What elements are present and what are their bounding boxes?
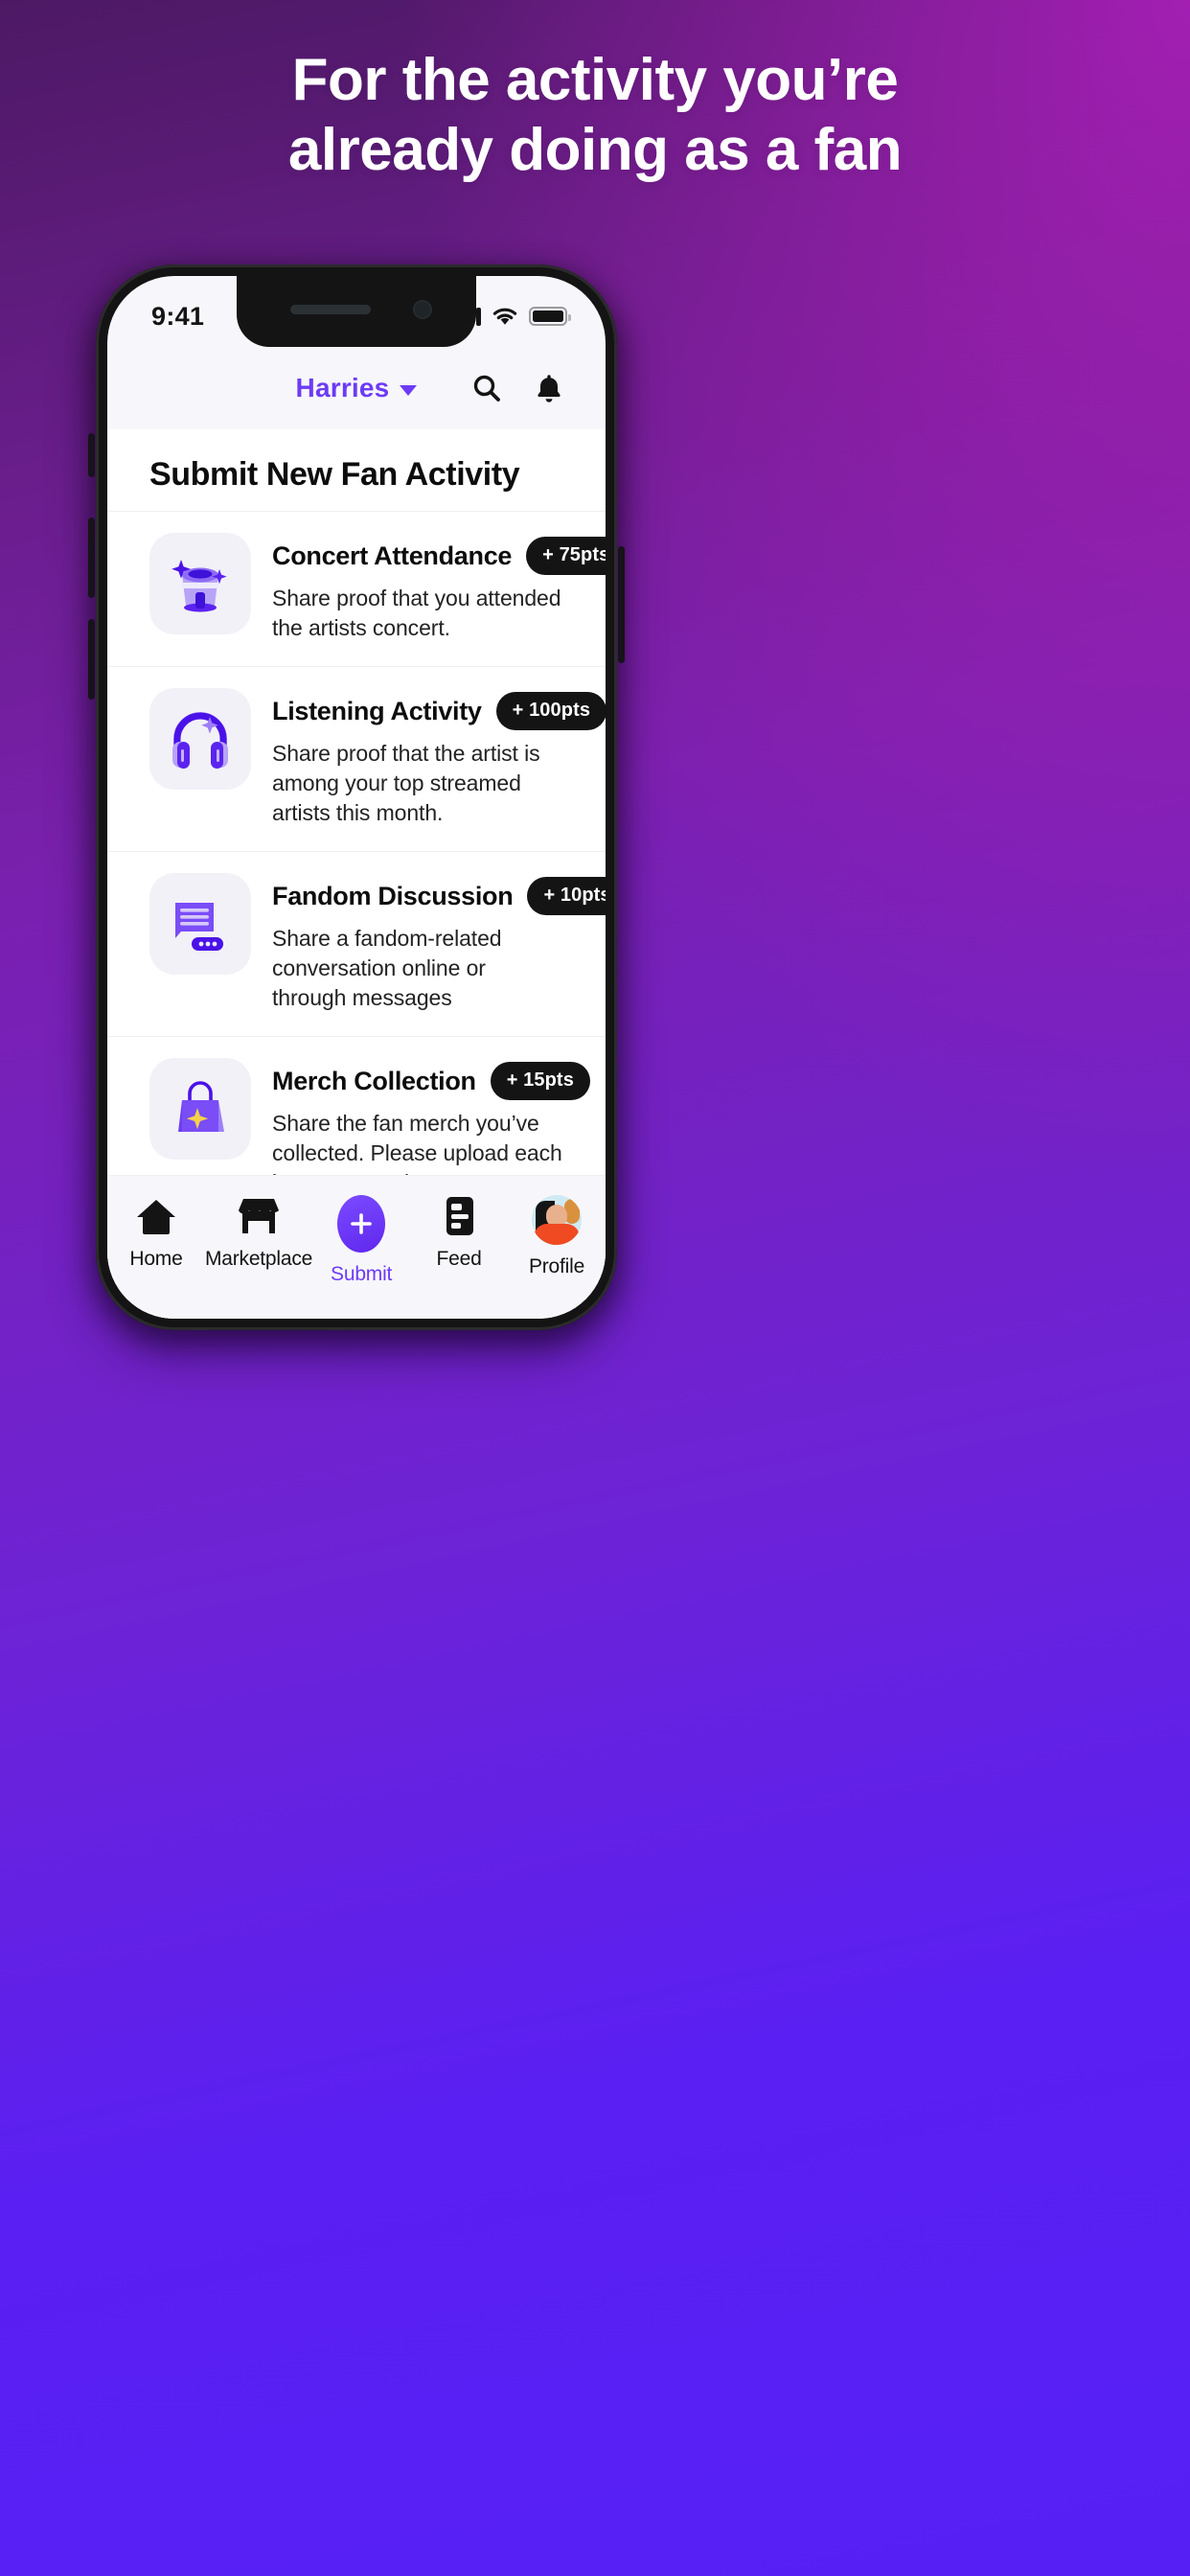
phone-notch bbox=[237, 276, 476, 347]
chat-bubbles-icon bbox=[175, 903, 223, 952]
tab-home[interactable]: Home bbox=[107, 1195, 205, 1271]
activity-title: Merch Collection bbox=[272, 1066, 476, 1095]
activity-description: Share a fandom-related conversation onli… bbox=[272, 926, 502, 1011]
activity-card-body: Fandom Discussion + 10pts Share a fandom… bbox=[272, 873, 606, 1013]
tab-label: Feed bbox=[436, 1248, 482, 1270]
activity-thumbnail bbox=[149, 873, 251, 976]
avatar-photo-icon bbox=[532, 1195, 583, 1245]
battery-full-icon bbox=[529, 307, 571, 326]
bell-icon[interactable] bbox=[535, 373, 563, 404]
activity-card-body: Listening Activity + 100pts Share proof … bbox=[272, 688, 606, 828]
stadium-icon bbox=[172, 560, 227, 612]
phone-power-button bbox=[618, 546, 625, 663]
wifi-icon bbox=[492, 308, 517, 325]
search-icon[interactable] bbox=[471, 373, 502, 403]
tab-marketplace[interactable]: Marketplace bbox=[205, 1195, 312, 1271]
tab-label: Marketplace bbox=[204, 1248, 313, 1270]
artist-name: Harries bbox=[295, 373, 390, 402]
page-title: Submit New Fan Activity bbox=[149, 456, 520, 493]
feed-bars-icon bbox=[446, 1197, 474, 1235]
phone-mute-switch bbox=[88, 433, 95, 477]
front-camera bbox=[413, 300, 432, 319]
chevron-down-icon bbox=[400, 384, 418, 396]
plus-icon bbox=[351, 1213, 372, 1234]
status-time: 9:41 bbox=[151, 301, 205, 331]
activity-points-badge: + 75pts bbox=[526, 537, 606, 575]
tab-label: Home bbox=[129, 1248, 183, 1270]
plus-circle-icon bbox=[337, 1195, 386, 1253]
activity-points-badge: + 15pts bbox=[490, 1062, 590, 1101]
storefront-icon bbox=[239, 1199, 280, 1233]
bottom-tab-bar: Home Marketplace Submit Feed Profile bbox=[107, 1175, 606, 1319]
activity-card-head: Merch Collection + 15pts bbox=[272, 1062, 590, 1101]
activity-description: Share proof that the artist is among you… bbox=[272, 741, 540, 826]
earpiece-speaker bbox=[290, 305, 371, 314]
activity-points-badge: + 100pts bbox=[495, 692, 606, 731]
activity-card-fandom-discussion[interactable]: Fandom Discussion + 10pts Share a fandom… bbox=[107, 851, 606, 1036]
promo-headline-line2: already doing as a fan bbox=[287, 116, 903, 183]
activity-title: Fandom Discussion bbox=[272, 881, 514, 910]
home-icon bbox=[136, 1200, 175, 1234]
activity-description: Share proof that you attended the artist… bbox=[272, 586, 561, 641]
activity-thumbnail bbox=[149, 688, 251, 791]
activity-points-badge: + 10pts bbox=[527, 877, 606, 916]
activity-card-head: Listening Activity + 100pts bbox=[272, 692, 606, 731]
tab-label: Submit bbox=[331, 1263, 393, 1285]
tab-profile[interactable]: Profile bbox=[508, 1195, 606, 1278]
activity-card-head: Fandom Discussion + 10pts bbox=[272, 877, 606, 916]
activity-thumbnail bbox=[149, 1058, 251, 1161]
activity-card-listening-activity[interactable]: Listening Activity + 100pts Share proof … bbox=[107, 666, 606, 851]
shopping-bag-icon bbox=[178, 1081, 224, 1133]
activity-title: Listening Activity bbox=[272, 696, 482, 725]
promo-headline: For the activity you’re already doing as… bbox=[0, 46, 1190, 185]
header-actions bbox=[471, 373, 563, 404]
phone-volume-up-button bbox=[88, 518, 95, 598]
headphones-icon bbox=[172, 712, 228, 770]
activity-card-body: Concert Attendance + 75pts Share proof t… bbox=[272, 533, 606, 643]
promo-headline-line1: For the activity you’re bbox=[291, 47, 899, 113]
tab-label: Profile bbox=[528, 1255, 585, 1277]
phone-screen: 9:41 Harries Submit New Fan Activity Con… bbox=[107, 276, 606, 1319]
activity-card-concert-attendance[interactable]: Concert Attendance + 75pts Share proof t… bbox=[107, 511, 606, 666]
activity-card-head: Concert Attendance + 75pts bbox=[272, 537, 606, 575]
phone-volume-down-button bbox=[88, 619, 95, 700]
app-header: Harries bbox=[107, 347, 606, 429]
activity-title: Concert Attendance bbox=[272, 540, 513, 570]
tab-submit[interactable]: Submit bbox=[312, 1195, 410, 1286]
phone-mockup: 9:41 Harries Submit New Fan Activity Con… bbox=[96, 264, 617, 1330]
tab-feed[interactable]: Feed bbox=[410, 1195, 508, 1271]
activity-thumbnail bbox=[149, 533, 251, 634]
